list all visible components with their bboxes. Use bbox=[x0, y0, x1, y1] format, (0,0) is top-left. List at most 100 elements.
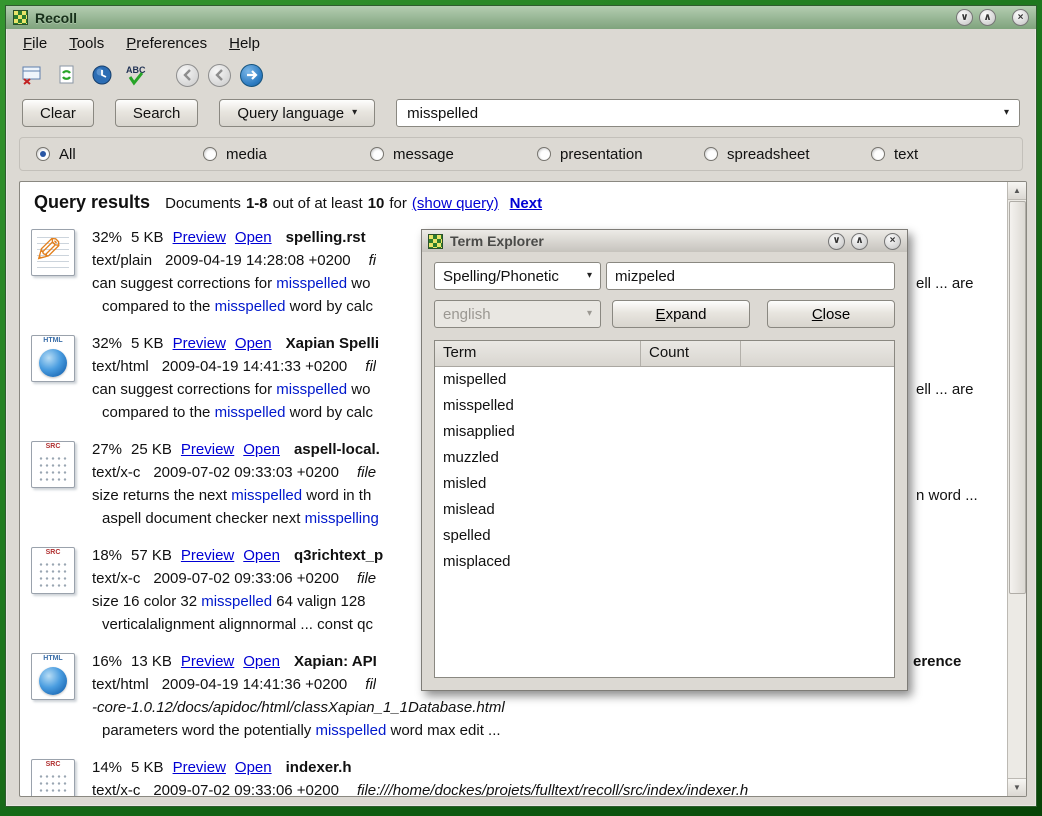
titlebar[interactable]: Recoll ∨ ∧ × bbox=[6, 6, 1036, 29]
open-link[interactable]: Open bbox=[243, 650, 280, 673]
term-row[interactable]: misspelled bbox=[435, 393, 894, 419]
dialog-maximize-button[interactable]: ∧ bbox=[851, 233, 868, 250]
snippet-text: -core-1.0.12/docs/apidoc/html/classXapia… bbox=[92, 699, 505, 716]
count-cell bbox=[641, 419, 657, 445]
snippet-text: 64 valign 128 bbox=[272, 593, 365, 610]
clear-search-icon[interactable] bbox=[19, 62, 45, 88]
result-headline: 14%5 KBPreviewOpenindexer.h bbox=[92, 756, 1007, 779]
term-row[interactable]: mislead bbox=[435, 497, 894, 523]
radio-spreadsheet[interactable] bbox=[704, 147, 718, 161]
term-row[interactable]: misapplied bbox=[435, 419, 894, 445]
show-query-link[interactable]: (show query) bbox=[412, 195, 499, 212]
update-index-icon[interactable] bbox=[54, 62, 80, 88]
radio-presentation[interactable] bbox=[537, 147, 551, 161]
term-row[interactable]: misled bbox=[435, 471, 894, 497]
search-combobox[interactable]: misspelled ▾ bbox=[396, 99, 1020, 127]
preview-link[interactable]: Preview bbox=[181, 438, 234, 461]
of-label: out of at least bbox=[273, 195, 363, 212]
filter-media[interactable]: media bbox=[203, 146, 370, 163]
combo-arrow-icon[interactable]: ▾ bbox=[1004, 108, 1009, 118]
first-page-icon[interactable] bbox=[176, 64, 199, 87]
clear-button[interactable]: Clear bbox=[22, 99, 94, 127]
open-link[interactable]: Open bbox=[243, 438, 280, 461]
filter-presentation[interactable]: presentation bbox=[537, 146, 704, 163]
dialog-close-icon[interactable]: × bbox=[884, 233, 901, 250]
term-table-header[interactable]: Term Count bbox=[435, 341, 894, 367]
maximize-button[interactable]: ∧ bbox=[979, 9, 996, 26]
results-scrollbar[interactable]: ▲ ▼ bbox=[1007, 182, 1026, 796]
term-explorer-icon[interactable]: ABC bbox=[124, 62, 150, 88]
menu-tools[interactable]: Tools bbox=[69, 35, 104, 52]
doc-url: fil bbox=[365, 355, 376, 378]
open-link[interactable]: Open bbox=[243, 544, 280, 567]
preview-link[interactable]: Preview bbox=[173, 226, 226, 249]
preview-link[interactable]: Preview bbox=[181, 544, 234, 567]
radio-message[interactable] bbox=[370, 147, 384, 161]
result-meta: text/x-c2009-07-02 09:33:06 +0200file://… bbox=[92, 779, 1007, 796]
menu-preferences[interactable]: Preferences bbox=[126, 35, 207, 52]
radio-media[interactable] bbox=[203, 147, 217, 161]
term-row[interactable]: mispelled bbox=[435, 367, 894, 393]
dialog-minimize-button[interactable]: ∨ bbox=[828, 233, 845, 250]
scrollbar-thumb[interactable] bbox=[1009, 201, 1026, 594]
term-explorer-dialog: Term Explorer ∨ ∧ × Spelling/Phonetic ▾ bbox=[421, 229, 908, 691]
doc-url: file bbox=[357, 461, 376, 484]
src-file-icon bbox=[31, 441, 75, 488]
query-mode-dropdown[interactable]: Query language ▾ bbox=[219, 99, 375, 127]
scroll-down-icon[interactable]: ▼ bbox=[1008, 778, 1027, 796]
term-input[interactable] bbox=[606, 262, 895, 290]
filter-all[interactable]: All bbox=[36, 146, 203, 163]
doc-date: 2009-07-02 09:33:06 +0200 bbox=[153, 567, 339, 590]
filter-text[interactable]: text bbox=[871, 146, 918, 163]
mime-type: text/html bbox=[92, 673, 149, 696]
window-controls: ∨ ∧ × bbox=[956, 9, 1029, 26]
term-row[interactable]: muzzled bbox=[435, 445, 894, 471]
term-column-header[interactable]: Term bbox=[435, 341, 641, 366]
count-cell bbox=[641, 549, 657, 575]
filter-spreadsheet[interactable]: spreadsheet bbox=[704, 146, 871, 163]
scroll-up-icon[interactable]: ▲ bbox=[1008, 182, 1027, 200]
preview-link[interactable]: Preview bbox=[173, 756, 226, 779]
open-link[interactable]: Open bbox=[235, 332, 272, 355]
filter-message[interactable]: message bbox=[370, 146, 537, 163]
minimize-button[interactable]: ∨ bbox=[956, 9, 973, 26]
results-header: Query results Documents 1-8 out of at le… bbox=[28, 188, 1007, 224]
preview-link[interactable]: Preview bbox=[181, 650, 234, 673]
radio-all[interactable] bbox=[36, 147, 50, 161]
count-column-header[interactable]: Count bbox=[641, 341, 741, 366]
close-button[interactable]: Close bbox=[767, 300, 895, 328]
snippet-text: can suggest corrections for bbox=[92, 381, 276, 398]
filter-label: presentation bbox=[560, 146, 643, 163]
next-page-icon[interactable] bbox=[240, 64, 263, 87]
file-size: 13 KB bbox=[131, 650, 172, 673]
term-cell: misplaced bbox=[435, 549, 641, 575]
expansion-mode-dropdown[interactable]: Spelling/Phonetic ▾ bbox=[434, 262, 601, 290]
next-link[interactable]: Next bbox=[510, 195, 543, 212]
snippet-text: word max edit ... bbox=[386, 722, 500, 739]
html-file-icon bbox=[31, 335, 75, 382]
query-history-icon[interactable] bbox=[89, 62, 115, 88]
radio-text[interactable] bbox=[871, 147, 885, 161]
term-row[interactable]: spelled bbox=[435, 523, 894, 549]
for-label: for bbox=[389, 195, 407, 212]
count-cell bbox=[641, 523, 657, 549]
open-link[interactable]: Open bbox=[235, 756, 272, 779]
doc-date: 2009-04-19 14:28:08 +0200 bbox=[165, 249, 351, 272]
term-cell: spelled bbox=[435, 523, 641, 549]
term-explorer-titlebar[interactable]: Term Explorer ∨ ∧ × bbox=[422, 230, 907, 252]
mime-type: text/html bbox=[92, 355, 149, 378]
menu-file[interactable]: File bbox=[23, 35, 47, 52]
expand-button[interactable]: Expand bbox=[612, 300, 750, 328]
file-size: 5 KB bbox=[131, 756, 164, 779]
relevance-percent: 32% bbox=[92, 226, 122, 249]
menu-help[interactable]: Help bbox=[229, 35, 260, 52]
doc-date: 2009-04-19 14:41:33 +0200 bbox=[162, 355, 348, 378]
open-link[interactable]: Open bbox=[235, 226, 272, 249]
filter-label: text bbox=[894, 146, 918, 163]
search-button[interactable]: Search bbox=[115, 99, 199, 127]
term-row[interactable]: misplaced bbox=[435, 549, 894, 575]
count-cell bbox=[641, 393, 657, 419]
close-icon[interactable]: × bbox=[1012, 9, 1029, 26]
prev-page-icon[interactable] bbox=[208, 64, 231, 87]
preview-link[interactable]: Preview bbox=[173, 332, 226, 355]
